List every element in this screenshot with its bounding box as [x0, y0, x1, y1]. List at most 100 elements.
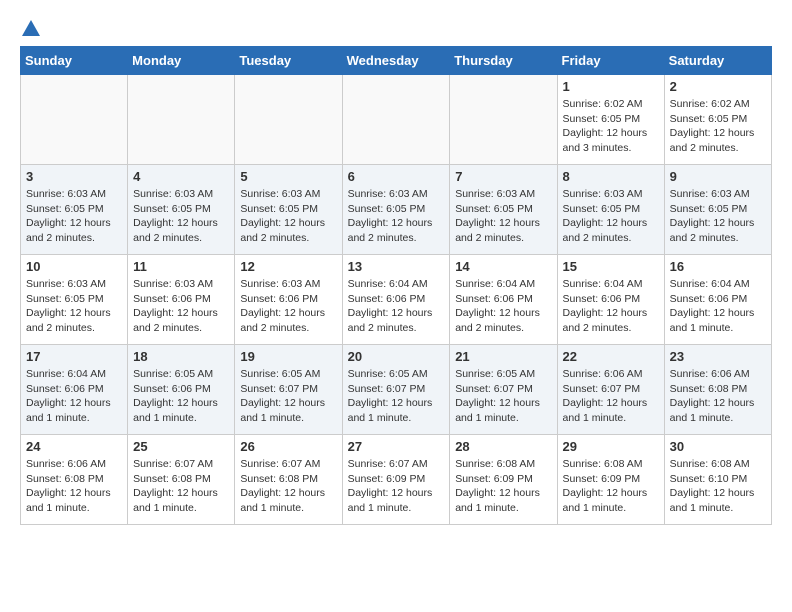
- calendar-day-cell: 16 Sunrise: 6:04 AM Sunset: 6:06 PM Dayli…: [664, 255, 771, 345]
- day-info: Sunrise: 6:05 AM Sunset: 6:07 PM Dayligh…: [455, 367, 551, 426]
- day-number: 1: [563, 79, 659, 94]
- calendar-day-cell: [128, 75, 235, 165]
- calendar-day-cell: [342, 75, 450, 165]
- day-info: Sunrise: 6:04 AM Sunset: 6:06 PM Dayligh…: [348, 277, 445, 336]
- calendar-day-cell: 26Sunrise: 6:07 AM Sunset: 6:08 PM Dayli…: [235, 435, 342, 525]
- day-number: 5: [240, 169, 336, 184]
- day-number: 11: [133, 259, 229, 274]
- calendar-day-cell: 18 Sunrise: 6:05 AM Sunset: 6:06 PM Dayli…: [128, 345, 235, 435]
- day-number: 23: [670, 349, 766, 364]
- calendar-day-cell: [235, 75, 342, 165]
- day-info: Sunrise: 6:07 AM Sunset: 6:09 PM Dayligh…: [348, 457, 445, 516]
- day-info: Sunrise: 6:03 AM Sunset: 6:06 PM Dayligh…: [133, 277, 229, 336]
- calendar-week-row: 17 Sunrise: 6:04 AM Sunset: 6:06 PM Dayli…: [21, 345, 772, 435]
- day-info: Sunrise: 6:07 AM Sunset: 6:08 PM Dayligh…: [240, 457, 336, 516]
- logo-triangle-icon: [22, 20, 40, 38]
- calendar-day-cell: [21, 75, 128, 165]
- calendar-week-row: 3 Sunrise: 6:03 AM Sunset: 6:05 PM Daylig…: [21, 165, 772, 255]
- day-of-week-header: Wednesday: [342, 47, 450, 75]
- calendar-day-cell: 22 Sunrise: 6:06 AM Sunset: 6:07 PM Dayli…: [557, 345, 664, 435]
- day-number: 12: [240, 259, 336, 274]
- day-number: 29: [563, 439, 659, 454]
- day-info: Sunrise: 6:02 AM Sunset: 6:05 PM Dayligh…: [563, 97, 659, 156]
- calendar-day-cell: 5Sunrise: 6:03 AM Sunset: 6:05 PM Daylig…: [235, 165, 342, 255]
- day-info: Sunrise: 6:04 AM Sunset: 6:06 PM Dayligh…: [455, 277, 551, 336]
- day-number: 15: [563, 259, 659, 274]
- calendar-day-cell: 19 Sunrise: 6:05 AM Sunset: 6:07 PM Dayli…: [235, 345, 342, 435]
- day-info: Sunrise: 6:08 AM Sunset: 6:10 PM Dayligh…: [670, 457, 766, 516]
- day-info: Sunrise: 6:04 AM Sunset: 6:06 PM Dayligh…: [26, 367, 122, 426]
- calendar-day-cell: 14 Sunrise: 6:04 AM Sunset: 6:06 PM Dayli…: [450, 255, 557, 345]
- calendar-day-cell: 15 Sunrise: 6:04 AM Sunset: 6:06 PM Dayli…: [557, 255, 664, 345]
- day-info: Sunrise: 6:06 AM Sunset: 6:08 PM Dayligh…: [670, 367, 766, 426]
- calendar-day-cell: 21 Sunrise: 6:05 AM Sunset: 6:07 PM Dayli…: [450, 345, 557, 435]
- day-info: Sunrise: 6:05 AM Sunset: 6:06 PM Dayligh…: [133, 367, 229, 426]
- day-info: Sunrise: 6:03 AM Sunset: 6:05 PM Dayligh…: [670, 187, 766, 246]
- day-number: 14: [455, 259, 551, 274]
- day-of-week-header: Friday: [557, 47, 664, 75]
- day-number: 13: [348, 259, 445, 274]
- calendar-header-row: SundayMondayTuesdayWednesdayThursdayFrid…: [21, 47, 772, 75]
- calendar-day-cell: 3 Sunrise: 6:03 AM Sunset: 6:05 PM Daylig…: [21, 165, 128, 255]
- day-number: 28: [455, 439, 551, 454]
- day-info: Sunrise: 6:07 AM Sunset: 6:08 PM Dayligh…: [133, 457, 229, 516]
- day-number: 27: [348, 439, 445, 454]
- calendar-day-cell: 28 Sunrise: 6:08 AM Sunset: 6:09 PM Dayli…: [450, 435, 557, 525]
- day-number: 4: [133, 169, 229, 184]
- day-number: 2: [670, 79, 766, 94]
- day-info: Sunrise: 6:06 AM Sunset: 6:08 PM Dayligh…: [26, 457, 122, 516]
- day-number: 7: [455, 169, 551, 184]
- calendar-week-row: 1 Sunrise: 6:02 AM Sunset: 6:05 PM Daylig…: [21, 75, 772, 165]
- calendar-day-cell: 9Sunrise: 6:03 AM Sunset: 6:05 PM Daylig…: [664, 165, 771, 255]
- calendar-day-cell: 7 Sunrise: 6:03 AM Sunset: 6:05 PM Daylig…: [450, 165, 557, 255]
- day-of-week-header: Saturday: [664, 47, 771, 75]
- calendar-day-cell: 20Sunrise: 6:05 AM Sunset: 6:07 PM Dayli…: [342, 345, 450, 435]
- calendar: SundayMondayTuesdayWednesdayThursdayFrid…: [20, 46, 772, 525]
- day-info: Sunrise: 6:03 AM Sunset: 6:05 PM Dayligh…: [133, 187, 229, 246]
- day-info: Sunrise: 6:03 AM Sunset: 6:05 PM Dayligh…: [563, 187, 659, 246]
- day-info: Sunrise: 6:03 AM Sunset: 6:05 PM Dayligh…: [26, 187, 122, 246]
- day-info: Sunrise: 6:03 AM Sunset: 6:05 PM Dayligh…: [348, 187, 445, 246]
- day-number: 25: [133, 439, 229, 454]
- calendar-day-cell: 1 Sunrise: 6:02 AM Sunset: 6:05 PM Daylig…: [557, 75, 664, 165]
- day-info: Sunrise: 6:03 AM Sunset: 6:05 PM Dayligh…: [455, 187, 551, 246]
- day-info: Sunrise: 6:06 AM Sunset: 6:07 PM Dayligh…: [563, 367, 659, 426]
- day-number: 17: [26, 349, 122, 364]
- header: [20, 20, 772, 36]
- day-of-week-header: Thursday: [450, 47, 557, 75]
- day-info: Sunrise: 6:03 AM Sunset: 6:05 PM Dayligh…: [26, 277, 122, 336]
- day-number: 6: [348, 169, 445, 184]
- day-number: 19: [240, 349, 336, 364]
- calendar-week-row: 24 Sunrise: 6:06 AM Sunset: 6:08 PM Dayli…: [21, 435, 772, 525]
- calendar-day-cell: 8Sunrise: 6:03 AM Sunset: 6:05 PM Daylig…: [557, 165, 664, 255]
- calendar-day-cell: 11 Sunrise: 6:03 AM Sunset: 6:06 PM Dayli…: [128, 255, 235, 345]
- calendar-day-cell: 10 Sunrise: 6:03 AM Sunset: 6:05 PM Dayli…: [21, 255, 128, 345]
- day-info: Sunrise: 6:08 AM Sunset: 6:09 PM Dayligh…: [455, 457, 551, 516]
- day-of-week-header: Monday: [128, 47, 235, 75]
- day-info: Sunrise: 6:05 AM Sunset: 6:07 PM Dayligh…: [240, 367, 336, 426]
- calendar-week-row: 10 Sunrise: 6:03 AM Sunset: 6:05 PM Dayli…: [21, 255, 772, 345]
- logo: [20, 20, 40, 36]
- day-number: 24: [26, 439, 122, 454]
- calendar-day-cell: 30 Sunrise: 6:08 AM Sunset: 6:10 PM Dayli…: [664, 435, 771, 525]
- calendar-day-cell: 17 Sunrise: 6:04 AM Sunset: 6:06 PM Dayli…: [21, 345, 128, 435]
- day-number: 18: [133, 349, 229, 364]
- calendar-day-cell: 29 Sunrise: 6:08 AM Sunset: 6:09 PM Dayli…: [557, 435, 664, 525]
- day-number: 20: [348, 349, 445, 364]
- calendar-day-cell: 12 Sunrise: 6:03 AM Sunset: 6:06 PM Dayli…: [235, 255, 342, 345]
- calendar-day-cell: 2Sunrise: 6:02 AM Sunset: 6:05 PM Daylig…: [664, 75, 771, 165]
- day-of-week-header: Tuesday: [235, 47, 342, 75]
- calendar-day-cell: 24 Sunrise: 6:06 AM Sunset: 6:08 PM Dayli…: [21, 435, 128, 525]
- calendar-day-cell: 6 Sunrise: 6:03 AM Sunset: 6:05 PM Daylig…: [342, 165, 450, 255]
- day-of-week-header: Sunday: [21, 47, 128, 75]
- day-number: 16: [670, 259, 766, 274]
- day-info: Sunrise: 6:03 AM Sunset: 6:06 PM Dayligh…: [240, 277, 336, 336]
- day-number: 3: [26, 169, 122, 184]
- day-info: Sunrise: 6:04 AM Sunset: 6:06 PM Dayligh…: [563, 277, 659, 336]
- day-number: 22: [563, 349, 659, 364]
- day-number: 10: [26, 259, 122, 274]
- day-info: Sunrise: 6:04 AM Sunset: 6:06 PM Dayligh…: [670, 277, 766, 336]
- day-number: 21: [455, 349, 551, 364]
- day-number: 30: [670, 439, 766, 454]
- day-info: Sunrise: 6:08 AM Sunset: 6:09 PM Dayligh…: [563, 457, 659, 516]
